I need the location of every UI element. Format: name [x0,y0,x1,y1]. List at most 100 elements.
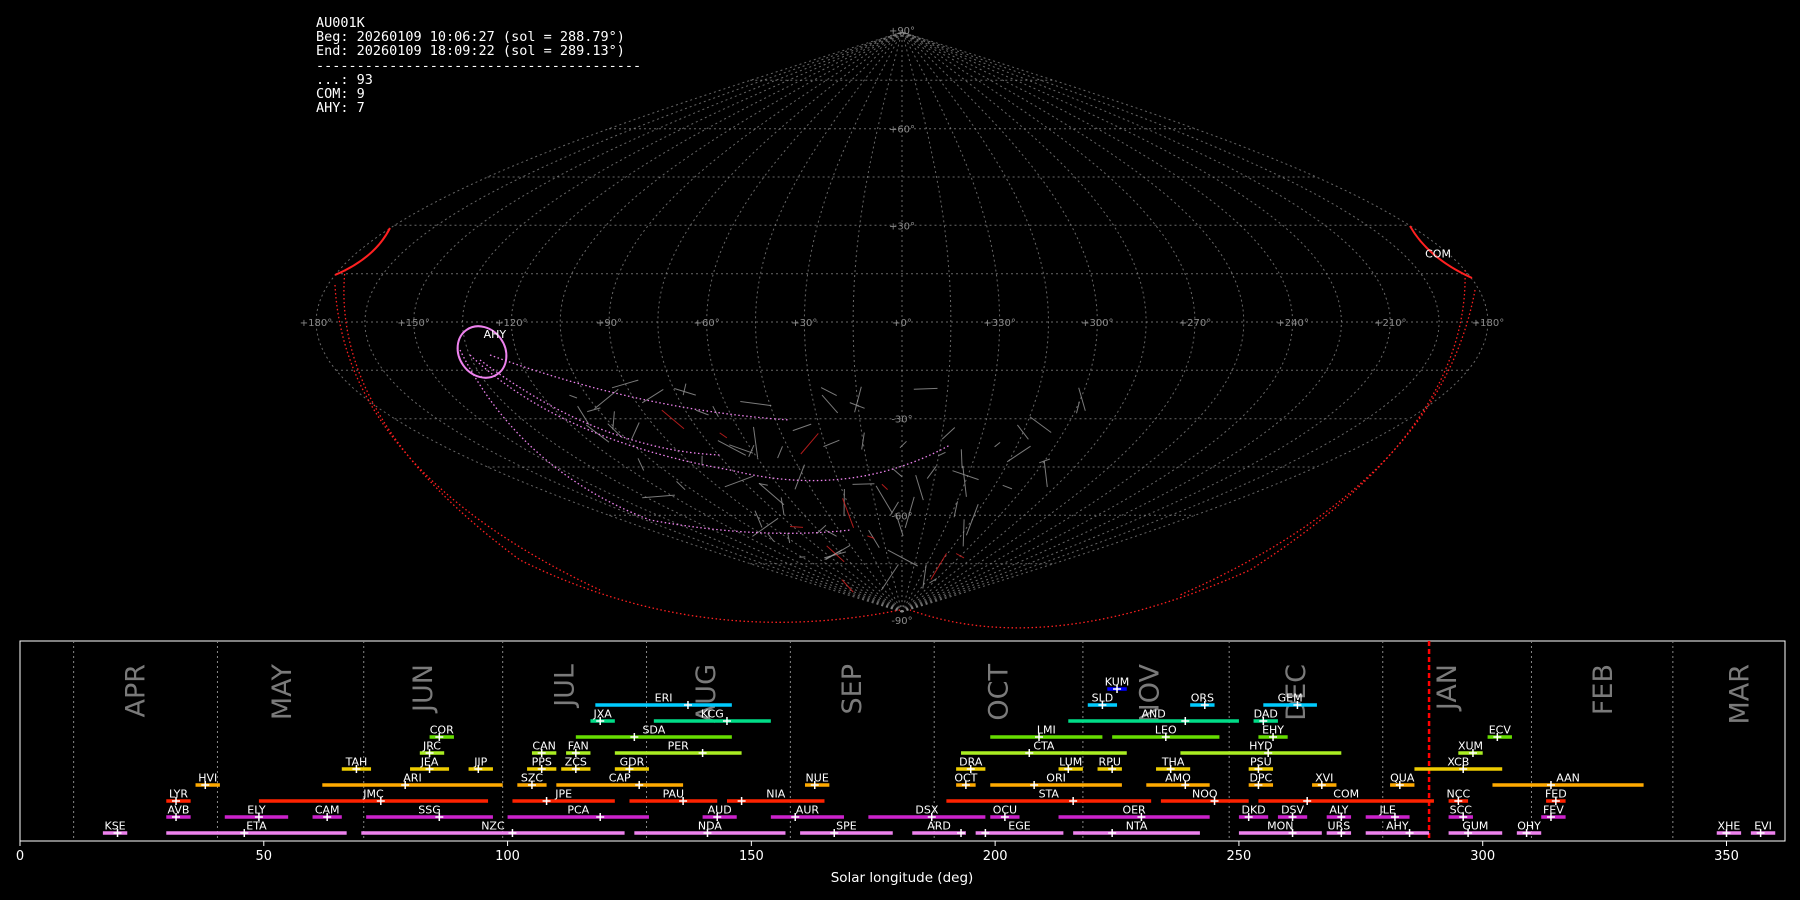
shower-label-aan: AAN [1556,772,1580,785]
month-label-mar: MAR [1725,664,1756,725]
shower-label-fev: FEV [1543,804,1564,817]
x-tick-label: 200 [983,849,1008,864]
shower-label-nda: NDA [698,820,723,833]
x-tick-label: 150 [739,849,764,864]
x-tick-label: 0 [16,849,24,864]
shower-label-lyr: LYR [169,788,188,801]
shower-peak-jpe [542,797,551,805]
shower-label-fed: FED [1545,788,1567,801]
month-label-feb: FEB [1588,664,1619,715]
month-label-jun: JUN [408,664,439,714]
shower-timeline-chart: APR MAY JUN JUL AUG SEP OCT NOV DEC JAN FEB MAR KUM… [16,640,1786,886]
shower-label-rpu: RPU [1099,756,1121,769]
shower-label-oct: OCT [954,772,977,785]
shower-peak-cap [635,781,644,789]
shower-label-ecv: ECV [1489,724,1512,737]
month-label-jan: JAN [1432,664,1463,712]
shower-label-ehy: EHY [1262,724,1284,737]
shower-label-lmi: LMI [1037,724,1056,737]
shower-label-dad: DAD [1254,708,1278,721]
shower-label-urs: URS [1328,820,1351,833]
shower-label-nta: NTA [1126,820,1148,833]
shower-label-hyd: HYD [1249,740,1272,753]
month-label-oct: OCT [984,664,1015,721]
shower-label-gem: GEM [1278,692,1303,705]
shower-label-aud: AUD [708,804,732,817]
shower-label-leo: LEO [1155,724,1177,737]
shower-label-ege: EGE [1008,820,1030,833]
x-tick-label: 50 [256,849,273,864]
shower-label-ors: ORS [1191,692,1214,705]
shower-label-sda: SDA [642,724,665,737]
shower-label-dra: DRA [959,756,983,769]
shower-label-dpc: DPC [1249,772,1272,785]
shower-peak-com [1303,797,1312,805]
month-label-may: MAY [267,664,298,721]
shower-label-ahy: AHY [1386,820,1409,833]
shower-label-dkd: DKD [1241,804,1265,817]
shower-label-ely: ELY [247,804,266,817]
shower-label-pca: PCA [567,804,589,817]
shower-label-and: AND [1141,708,1165,721]
shower-label-eri: ERI [655,692,673,705]
shower-label-xvi: XVI [1315,772,1333,785]
shower-label-jle: JLE [1378,804,1395,817]
shower-label-xcb: XCB [1447,756,1469,769]
shower-label-eta: ETA [246,820,267,833]
shower-label-gum: GUM [1462,820,1488,833]
shower-label-szc: SZC [521,772,544,785]
shower-label-ncc: NCC [1447,788,1471,801]
shower-peak-ege [981,829,990,837]
shower-label-lum: LUM [1059,756,1082,769]
month-label-apr: APR [121,664,152,718]
month-label-sep: SEP [837,664,868,714]
x-tick-label: 100 [495,849,520,864]
shower-label-can: CAN [532,740,555,753]
shower-label-ari: ARI [403,772,421,785]
shower-label-ohy: OHY [1517,820,1541,833]
shower-label-zcs: ZCS [565,756,587,769]
shower-label-per: PER [668,740,690,753]
shower-bars: KUM ERI SLD ORS GEM JXA KCG AND DAD COR SDA LMI LEO E… [102,676,1776,837]
shower-label-nzc: NZC [481,820,505,833]
shower-peak-nta [1108,829,1117,837]
shower-label-noo: NOO [1192,788,1218,801]
shower-label-kcg: KCG [701,708,724,721]
x-tick-label: 300 [1470,849,1495,864]
shower-label-qua: QUA [1390,772,1415,785]
shower-label-jmc: JMC [362,788,384,801]
shower-peak-per [698,749,707,757]
shower-label-hvi: HVI [198,772,217,785]
shower-label-jip: JIP [473,756,487,769]
shower-label-evi: EVI [1754,820,1772,833]
shower-label-cor: COR [430,724,454,737]
shower-label-avb: AVB [168,804,190,817]
shower-label-nue: NUE [806,772,829,785]
shower-label-psu: PSU [1250,756,1272,769]
shower-peak-sda [630,733,639,741]
shower-label-sta: STA [1039,788,1060,801]
month-label-jul: JUL [550,664,581,709]
shower-label-amo: AMO [1165,772,1191,785]
shower-label-ssg: SSG [418,804,441,817]
shower-label-jea: JEA [420,756,439,769]
shower-peak-nia [737,797,746,805]
shower-label-ocu: OCU [993,804,1017,817]
shower-peak-cta [1025,749,1034,757]
shower-label-pps: PPS [532,756,552,769]
shower-label-xhe: XHE [1718,820,1741,833]
shower-label-spe: SPE [836,820,857,833]
shower-label-cap: CAP [609,772,631,785]
shower-label-ard: ARD [927,820,951,833]
shower-peak-ori [1030,781,1039,789]
shower-label-dsv: DSV [1281,804,1304,817]
shower-label-dsx: DSX [915,804,938,817]
shower-peak-kcg [722,717,731,725]
x-axis: 0 50 100 150 200 250 300 350 [16,841,1739,864]
shower-label-oer: OER [1122,804,1146,817]
shower-label-ori: ORI [1046,772,1066,785]
shower-peak-nzc [508,829,517,837]
shower-label-kum: KUM [1105,676,1129,689]
x-tick-label: 350 [1714,849,1739,864]
shower-label-aur: AUR [796,804,820,817]
